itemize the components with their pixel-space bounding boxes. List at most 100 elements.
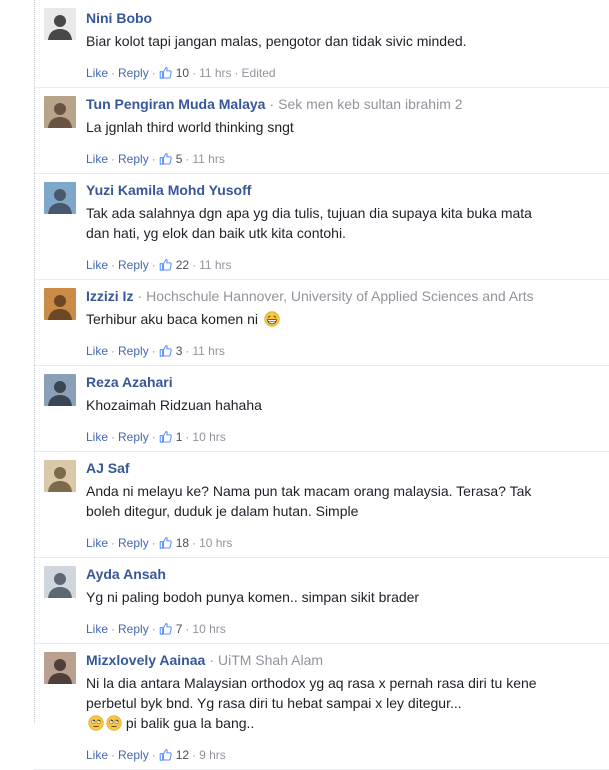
comment-body: Biar kolot tapi jangan malas, pengotor d… [86, 33, 467, 49]
separator: · [151, 622, 156, 636]
comment-actions: Like · Reply · 5 · 11 hrs [86, 151, 609, 167]
comment-item: Nini Bobo Biar kolot tapi jangan malas, p… [34, 0, 609, 88]
author-name[interactable]: Ayda Ansah [86, 566, 166, 582]
separator: · [151, 152, 156, 166]
like-count[interactable]: 3 [176, 343, 183, 359]
author-name[interactable]: AJ Saf [86, 460, 130, 476]
comment-item: AJ Saf Anda ni melayu ke? Nama pun tak ma… [34, 452, 609, 558]
comment-actions: Like · Reply · 10 · 11 hrs · Edited [86, 65, 609, 81]
like-count-icon[interactable] [159, 343, 176, 359]
like-button[interactable]: Like [86, 621, 108, 637]
timestamp[interactable]: 11 hrs [192, 151, 224, 167]
comment-actions: Like · Reply · 12 · 9 hrs [86, 747, 609, 763]
separator: · [111, 152, 116, 166]
avatar[interactable] [44, 96, 76, 128]
reply-button[interactable]: Reply [118, 429, 149, 445]
author-name[interactable]: Izzizi Iz [86, 288, 133, 304]
author-name[interactable]: Yuzi Kamila Mohd Yusoff [86, 182, 251, 198]
reply-button[interactable]: Reply [118, 535, 149, 551]
comment-text: Tak ada salahnya dgn apa yg dia tulis, t… [86, 203, 609, 243]
timestamp[interactable]: 10 hrs [192, 429, 225, 445]
avatar[interactable] [44, 374, 76, 406]
separator: · [192, 66, 197, 80]
like-count[interactable]: 18 [176, 535, 189, 551]
like-button[interactable]: Like [86, 747, 108, 763]
like-count[interactable]: 12 [176, 747, 189, 763]
comment-body: Anda ni melayu ke? Nama pun tak macam or… [86, 483, 532, 519]
like-count[interactable]: 5 [176, 151, 183, 167]
edited-label[interactable]: Edited [242, 65, 276, 81]
author-name[interactable]: Reza Azahari [86, 374, 173, 390]
comment-text: Biar kolot tapi jangan malas, pengotor d… [86, 31, 609, 51]
separator: · [151, 748, 156, 762]
separator: · [192, 258, 197, 272]
comment-body: Terhibur aku baca komen ni [86, 311, 258, 327]
separator: · [111, 344, 116, 358]
reply-button[interactable]: Reply [118, 621, 149, 637]
timestamp[interactable]: 9 hrs [199, 747, 226, 763]
like-count-icon[interactable] [159, 747, 176, 763]
comment-actions: Like · Reply · 7 · 10 hrs [86, 621, 609, 637]
comment-text: La jgnlah third world thinking sngt [86, 117, 609, 137]
avatar[interactable] [44, 566, 76, 598]
like-button[interactable]: Like [86, 65, 108, 81]
like-count[interactable]: 10 [176, 65, 189, 81]
comment-header: Yuzi Kamila Mohd Yusoff [86, 180, 609, 200]
reply-button[interactable]: Reply [118, 151, 149, 167]
comment-item: Tun Pengiran Muda Malaya · Sek men keb sul… [34, 88, 609, 174]
avatar[interactable] [44, 8, 76, 40]
like-count[interactable]: 1 [176, 429, 183, 445]
separator: · [209, 652, 214, 668]
comment-item: Izzizi Iz · Hochschule Hannover, Universit… [34, 280, 609, 366]
separator: · [111, 66, 116, 80]
reply-button[interactable]: Reply [118, 747, 149, 763]
like-button[interactable]: Like [86, 151, 108, 167]
timestamp[interactable]: 10 hrs [192, 621, 225, 637]
separator: · [185, 152, 190, 166]
comment-body: Khozaimah Ridzuan hahaha [86, 397, 262, 413]
avatar[interactable] [44, 460, 76, 492]
separator: · [192, 536, 197, 550]
comment-text: Ni la dia antara Malaysian orthodox yg a… [86, 673, 609, 733]
avatar[interactable] [44, 652, 76, 684]
separator: · [151, 536, 156, 550]
timestamp[interactable]: 11 hrs [192, 343, 224, 359]
author-name[interactable]: Mizxlovely Aainaa [86, 652, 205, 668]
author-affiliation: Hochschule Hannover, University of Appli… [146, 288, 534, 304]
reply-button[interactable]: Reply [118, 343, 149, 359]
author-name[interactable]: Tun Pengiran Muda Malaya [86, 96, 265, 112]
reply-button[interactable]: Reply [118, 65, 149, 81]
comment-text: Anda ni melayu ke? Nama pun tak macam or… [86, 481, 609, 521]
comment-header: AJ Saf [86, 458, 609, 478]
like-button[interactable]: Like [86, 535, 108, 551]
comment-item: Yuzi Kamila Mohd Yusoff Tak ada salahnya … [34, 174, 609, 280]
comment-header: Tun Pengiran Muda Malaya · Sek men keb sul… [86, 94, 609, 114]
grin-emoji-icon [262, 311, 280, 327]
rolleyes-emoji-icon [86, 715, 122, 731]
like-count-icon[interactable] [159, 65, 176, 81]
like-count[interactable]: 7 [176, 621, 183, 637]
like-button[interactable]: Like [86, 343, 108, 359]
like-count[interactable]: 22 [176, 257, 189, 273]
like-count-icon[interactable] [159, 535, 176, 551]
like-button[interactable]: Like [86, 257, 108, 273]
like-button[interactable]: Like [86, 429, 108, 445]
timestamp[interactable]: 10 hrs [199, 535, 232, 551]
separator: · [111, 536, 116, 550]
like-count-icon[interactable] [159, 429, 176, 445]
avatar[interactable] [44, 288, 76, 320]
timestamp[interactable]: 11 hrs [199, 257, 231, 273]
comment-text: Terhibur aku baca komen ni [86, 309, 609, 329]
comment-body-continued: pi balik gua la bang.. [125, 715, 255, 731]
like-count-icon[interactable] [159, 621, 176, 637]
separator: · [234, 66, 239, 80]
like-count-icon[interactable] [159, 151, 176, 167]
separator: · [185, 622, 190, 636]
avatar[interactable] [44, 182, 76, 214]
comment-header: Izzizi Iz · Hochschule Hannover, Universit… [86, 286, 609, 306]
author-name[interactable]: Nini Bobo [86, 10, 152, 26]
like-count-icon[interactable] [159, 257, 176, 273]
reply-button[interactable]: Reply [118, 257, 149, 273]
timestamp[interactable]: 11 hrs [199, 65, 231, 81]
separator: · [269, 96, 275, 112]
